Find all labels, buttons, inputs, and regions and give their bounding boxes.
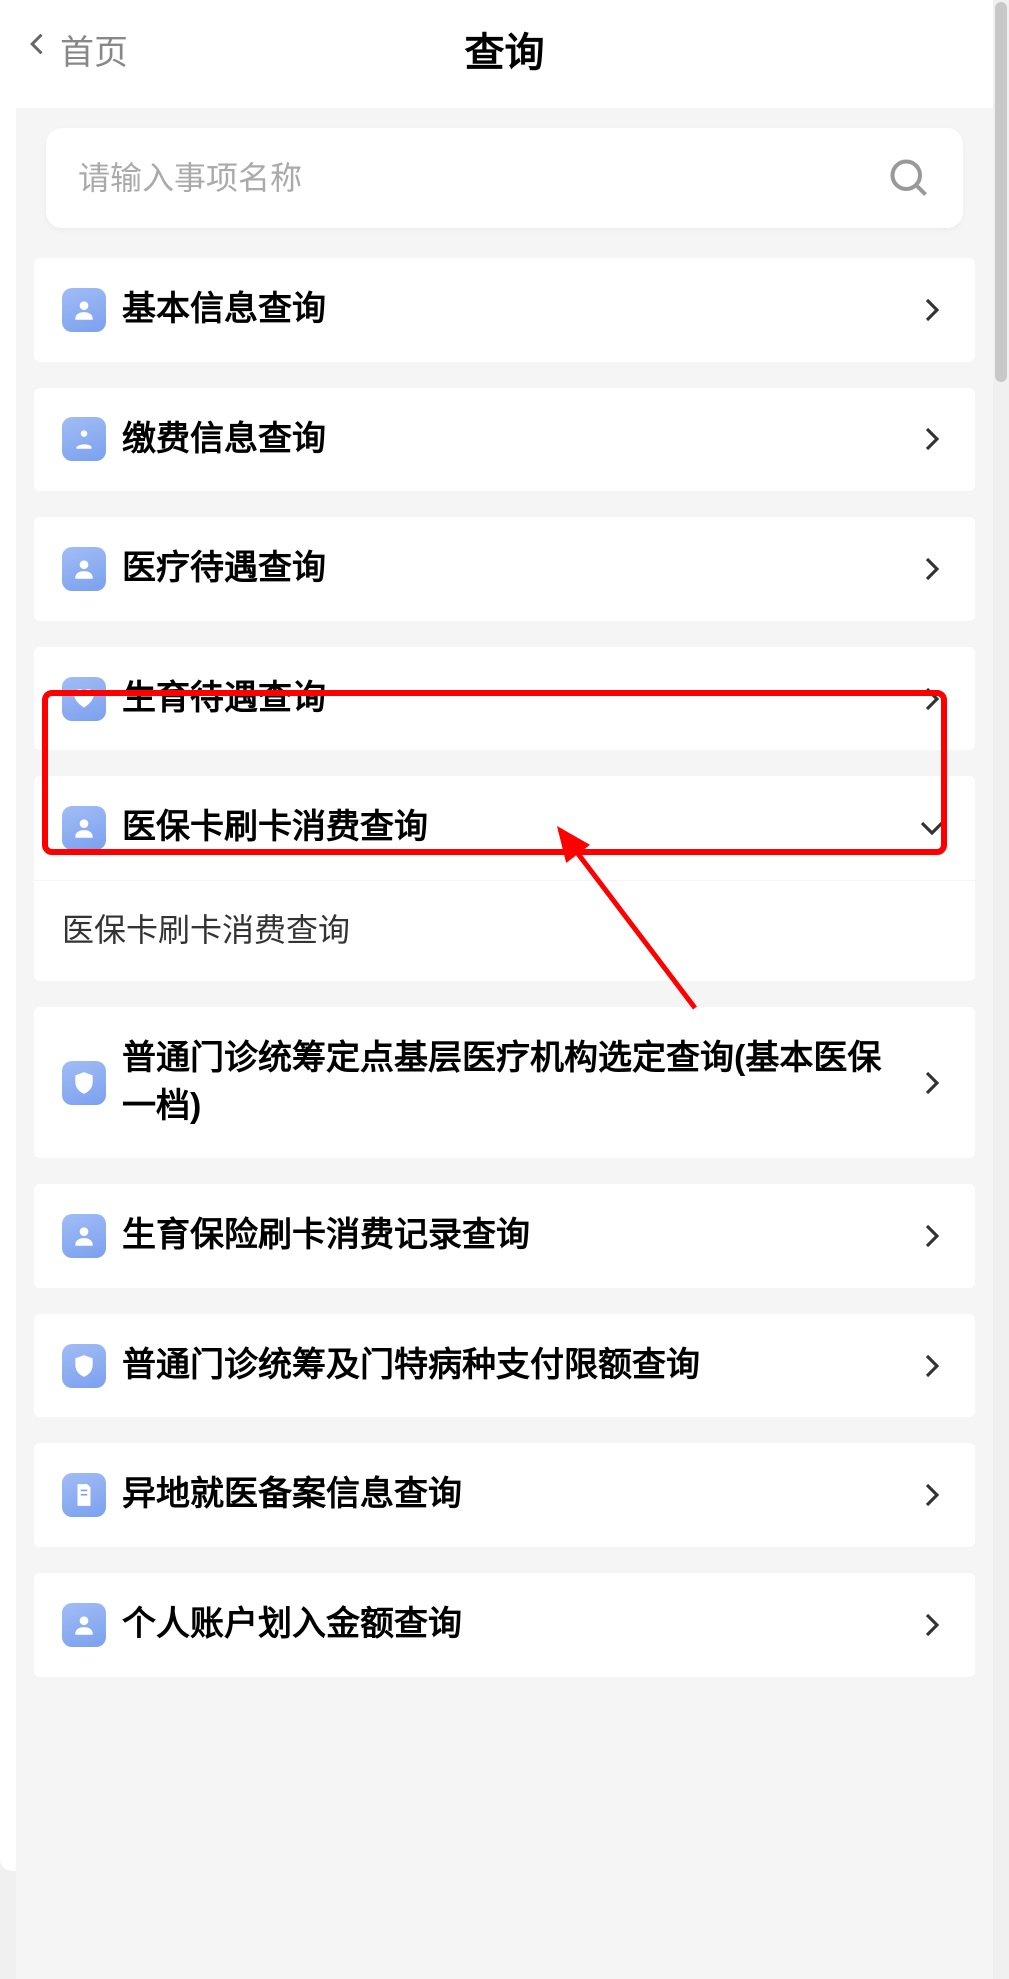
scrollbar-thumb[interactable] bbox=[995, 2, 1007, 382]
chevron-right-icon bbox=[917, 295, 947, 325]
user-icon bbox=[62, 288, 106, 332]
chevron-right-icon bbox=[917, 1068, 947, 1098]
chevron-right-icon bbox=[917, 1610, 947, 1640]
user-icon bbox=[62, 806, 106, 850]
back-label: 首页 bbox=[60, 25, 128, 74]
list-item-label: 普通门诊统筹定点基层医疗机构选定查询(基本医保一档) bbox=[122, 1035, 901, 1130]
list-item-offsite-record[interactable]: 异地就医备案信息查询 bbox=[34, 1443, 975, 1547]
chevron-right-icon bbox=[917, 684, 947, 714]
shield-icon bbox=[62, 1061, 106, 1105]
scrollbar[interactable] bbox=[993, 0, 1009, 1871]
list-item-label: 医疗待遇查询 bbox=[122, 545, 326, 593]
list-item-maternity-treatment[interactable]: 生育待遇查询 bbox=[34, 647, 975, 751]
chevron-left-icon bbox=[24, 24, 52, 74]
list-item-label: 基本信息查询 bbox=[122, 286, 326, 334]
user-icon bbox=[62, 547, 106, 591]
list-item-account-amount[interactable]: 个人账户划入金额查询 bbox=[34, 1573, 975, 1677]
content-area: 基本信息查询 缴费信息查询 bbox=[16, 108, 993, 1979]
chevron-right-icon bbox=[917, 1480, 947, 1510]
query-list: 基本信息查询 缴费信息查询 bbox=[16, 258, 993, 1677]
list-item-label: 生育待遇查询 bbox=[122, 675, 326, 723]
page-title: 查询 bbox=[14, 20, 995, 78]
list-item-medical-treatment[interactable]: 医疗待遇查询 bbox=[34, 517, 975, 621]
list-item-basic-info[interactable]: 基本信息查询 bbox=[34, 258, 975, 362]
search-bar[interactable] bbox=[46, 128, 963, 228]
user-icon bbox=[62, 1214, 106, 1258]
document-icon bbox=[62, 1473, 106, 1517]
header: 首页 查询 bbox=[0, 0, 1009, 98]
shield-icon bbox=[62, 1344, 106, 1388]
back-button[interactable]: 首页 bbox=[24, 24, 128, 74]
chevron-down-icon bbox=[917, 813, 947, 843]
list-item-label: 缴费信息查询 bbox=[122, 416, 326, 464]
heart-icon bbox=[62, 677, 106, 721]
chevron-right-icon bbox=[917, 1351, 947, 1381]
list-item-maternity-card-record[interactable]: 生育保险刷卡消费记录查询 bbox=[34, 1184, 975, 1288]
list-item-card-consumption[interactable]: 医保卡刷卡消费查询 医保卡刷卡消费查询 bbox=[34, 776, 975, 981]
chevron-right-icon bbox=[917, 1221, 947, 1251]
list-item-label: 个人账户划入金额查询 bbox=[122, 1601, 462, 1649]
sub-item-card-consumption[interactable]: 医保卡刷卡消费查询 bbox=[34, 880, 975, 981]
list-item-outpatient-limit[interactable]: 普通门诊统筹及门特病种支付限额查询 bbox=[34, 1314, 975, 1418]
list-item-outpatient-selection[interactable]: 普通门诊统筹定点基层医疗机构选定查询(基本医保一档) bbox=[34, 1007, 975, 1158]
page-container: 首页 查询 基本信息查询 bbox=[0, 0, 1009, 1871]
chevron-right-icon bbox=[917, 554, 947, 584]
user-icon bbox=[62, 1603, 106, 1647]
hand-icon bbox=[62, 417, 106, 461]
list-item-label: 医保卡刷卡消费查询 bbox=[122, 804, 428, 852]
list-item-label: 普通门诊统筹及门特病种支付限额查询 bbox=[122, 1342, 700, 1390]
search-input[interactable] bbox=[78, 160, 887, 197]
list-item-payment-info[interactable]: 缴费信息查询 bbox=[34, 388, 975, 492]
list-item-label: 生育保险刷卡消费记录查询 bbox=[122, 1212, 530, 1260]
list-item-label: 异地就医备案信息查询 bbox=[122, 1471, 462, 1519]
search-icon[interactable] bbox=[887, 156, 931, 200]
chevron-right-icon bbox=[917, 424, 947, 454]
